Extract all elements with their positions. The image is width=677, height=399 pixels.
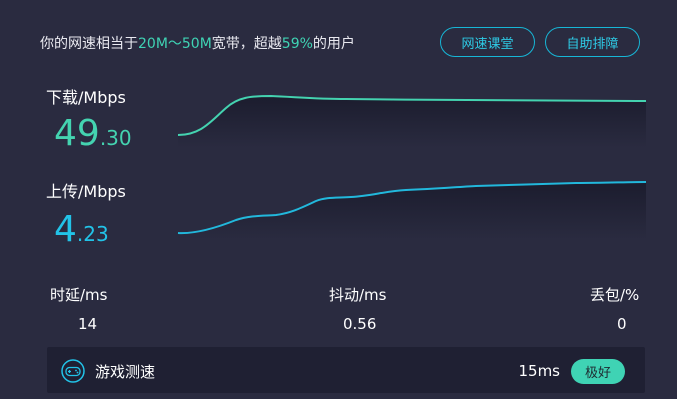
packet-loss-value: 0	[617, 315, 627, 333]
speed-course-button[interactable]: 网速课堂	[440, 27, 535, 57]
summary-percent: 59%	[281, 36, 313, 52]
gamepad-icon	[61, 359, 85, 383]
jitter-value: 0.56	[343, 315, 377, 333]
speed-summary: 你的网速相当于20M～50M宽带，超越59%的用户	[40, 33, 355, 53]
summary-middle: 宽带，超越	[211, 36, 282, 52]
self-help-troubleshoot-button[interactable]: 自助排障	[545, 27, 640, 57]
summary-suffix: 的用户	[312, 36, 355, 52]
upload-speed-int: 4	[54, 209, 77, 250]
jitter-label: 抖动/ms	[329, 286, 387, 304]
speed-test-result: 你的网速相当于20M～50M宽带，超越59%的用户 网速课堂 自助排障 下载/M…	[0, 0, 677, 399]
game-speed-title: 游戏测速	[95, 363, 156, 381]
game-latency-value: 15ms	[518, 362, 560, 380]
download-graph-fill	[178, 96, 646, 148]
upload-speed: 4.23	[54, 212, 109, 248]
upload-label: 上传/Mbps	[46, 182, 126, 201]
latency-value: 14	[78, 315, 98, 333]
upload-graph	[177, 181, 646, 240]
download-speed: 49.30	[54, 116, 132, 152]
download-graph	[177, 94, 646, 148]
game-rating-badge: 极好	[571, 359, 625, 384]
download-label: 下载/Mbps	[46, 88, 126, 107]
game-speed-bar[interactable]: 游戏测速 15ms 极好	[47, 347, 645, 393]
packet-loss-label: 丢包/%	[590, 286, 640, 304]
summary-range: 20M～50M	[138, 36, 212, 52]
download-speed-dec: .30	[99, 126, 132, 150]
latency-label: 时延/ms	[50, 286, 108, 304]
download-speed-int: 49	[54, 113, 100, 154]
summary-prefix: 你的网速相当于	[40, 36, 138, 52]
upload-speed-dec: .23	[76, 222, 109, 246]
